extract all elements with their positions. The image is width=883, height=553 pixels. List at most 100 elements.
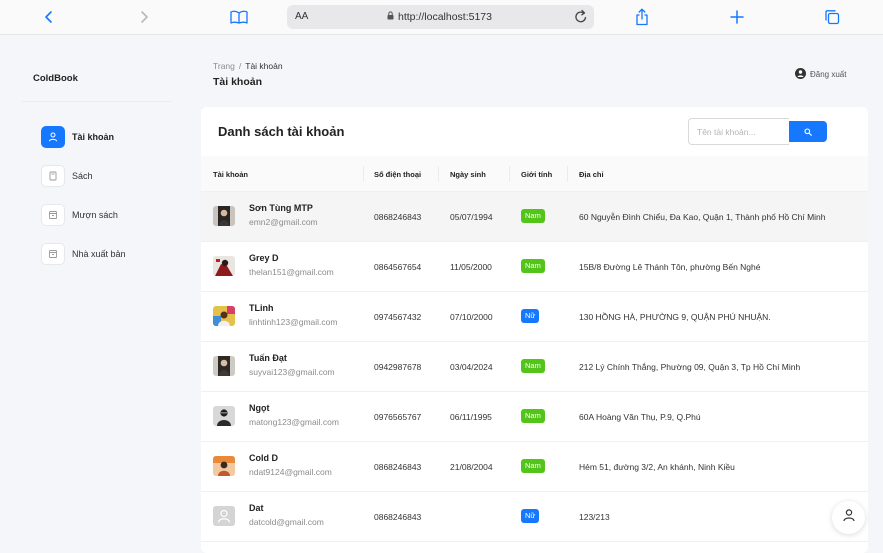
back-icon[interactable] bbox=[38, 6, 60, 28]
sidebar-item-accounts[interactable]: Tài khoản bbox=[41, 124, 171, 150]
phone-cell: 0974567432 bbox=[374, 312, 422, 322]
account-email: ndat9124@gmail.com bbox=[249, 467, 332, 477]
share-icon[interactable] bbox=[631, 6, 653, 28]
address-cell: 130 HỒNG HÀ, PHƯỜNG 9, QUẬN PHÚ NHUẬN. bbox=[579, 312, 771, 322]
account-name: Sơn Tùng MTP bbox=[249, 203, 313, 213]
phone-cell: 0864567654 bbox=[374, 262, 422, 272]
address-cell: 60 Nguyễn Đình Chiểu, Đa Kao, Quận 1, Th… bbox=[579, 212, 826, 222]
address-bar[interactable]: AA http://localhost:5173 bbox=[287, 5, 594, 29]
search-icon bbox=[804, 124, 812, 139]
new-tab-icon[interactable] bbox=[726, 6, 748, 28]
gender-tag: Nữ bbox=[521, 509, 540, 523]
account-email: thelan151@gmail.com bbox=[249, 267, 334, 277]
phone-cell: 0868246843 bbox=[374, 512, 422, 522]
avatar bbox=[213, 306, 235, 326]
tabs-icon[interactable] bbox=[821, 6, 843, 28]
table-row[interactable]: Cold D ndat9124@gmail.com 0868246843 21/… bbox=[201, 442, 868, 492]
address-cell: 123/213 bbox=[579, 512, 610, 522]
column-separator bbox=[438, 166, 439, 182]
page-title: Tài khoản bbox=[213, 76, 263, 88]
sidebar-item-publishers[interactable]: Nhà xuất bản bbox=[41, 241, 171, 267]
column-header-gender[interactable]: Giới tính bbox=[521, 170, 552, 179]
breadcrumb-separator: / bbox=[238, 61, 242, 71]
account-email: emn2@gmail.com bbox=[249, 217, 318, 227]
logout-label: Đăng xuất bbox=[810, 70, 847, 79]
column-header-dob[interactable]: Ngày sinh bbox=[450, 170, 486, 179]
card-title: Danh sách tài khoản bbox=[218, 124, 345, 139]
phone-cell: 0868246843 bbox=[374, 462, 422, 472]
breadcrumb-home[interactable]: Trang bbox=[213, 61, 235, 71]
column-header-phone[interactable]: Số điện thoại bbox=[374, 170, 421, 179]
table-header: Tài khoản Số điện thoại Ngày sinh Giới t… bbox=[201, 156, 868, 192]
gender-tag: Nam bbox=[521, 409, 545, 423]
sidebar-item-label: Mượn sách bbox=[72, 210, 118, 220]
table-row[interactable]: Dat datcold@gmail.com 0868246843 Nữ 123/… bbox=[201, 492, 868, 542]
dob-cell: 03/04/2024 bbox=[450, 362, 493, 372]
text-size-button[interactable]: AA bbox=[295, 11, 308, 22]
column-header-account[interactable]: Tài khoản bbox=[213, 170, 248, 179]
dob-cell: 21/08/2004 bbox=[450, 462, 493, 472]
gender-tag: Nữ bbox=[521, 309, 540, 323]
dob-cell: 06/11/1995 bbox=[450, 412, 492, 422]
column-separator bbox=[363, 166, 364, 182]
floating-user-button[interactable] bbox=[832, 501, 865, 534]
lock-icon bbox=[387, 11, 394, 23]
account-name: Tuấn Đạt bbox=[249, 353, 287, 363]
search-button[interactable] bbox=[789, 121, 827, 142]
reload-icon[interactable] bbox=[574, 9, 588, 29]
phone-cell: 0976565767 bbox=[374, 412, 422, 422]
sidebar-item-label: Sách bbox=[72, 171, 93, 181]
search-input[interactable] bbox=[688, 118, 789, 145]
account-name: Grey D bbox=[249, 253, 279, 263]
dob-cell: 07/10/2000 bbox=[450, 312, 493, 322]
phone-cell: 0868246843 bbox=[374, 212, 422, 222]
address-cell: 212 Lý Chính Thắng, Phường 09, Quận 3, T… bbox=[579, 362, 801, 372]
brand-logo[interactable]: ColdBook bbox=[33, 73, 78, 84]
account-name: Cold D bbox=[249, 453, 278, 463]
gender-tag: Nam bbox=[521, 259, 545, 273]
publisher-icon bbox=[41, 243, 65, 265]
default-avatar-icon bbox=[213, 506, 235, 526]
sidebar: ColdBook Tài khoản Sách Mượn sách Nhà xu… bbox=[22, 35, 172, 553]
address-cell: Hẻm 51, đường 3/2, An khánh, Ninh Kiều bbox=[579, 462, 735, 472]
account-name: TLinh bbox=[249, 303, 274, 313]
dob-cell: 05/07/1994 bbox=[450, 212, 493, 222]
user-circle-icon bbox=[795, 68, 806, 81]
column-header-address[interactable]: Địa chỉ bbox=[579, 170, 604, 179]
breadcrumb-current: Tài khoản bbox=[245, 61, 283, 71]
table-row[interactable]: TLinh linhtinh123@gmail.com 0974567432 0… bbox=[201, 292, 868, 342]
url-text: http://localhost:5173 bbox=[398, 11, 492, 23]
avatar bbox=[213, 256, 235, 276]
search-bar bbox=[688, 118, 827, 145]
logout-button[interactable]: Đăng xuất bbox=[795, 68, 846, 81]
accounts-card: Danh sách tài khoản Tài khoản Số điện th… bbox=[201, 107, 868, 553]
avatar bbox=[213, 456, 235, 476]
bookmarks-icon[interactable] bbox=[228, 6, 250, 28]
avatar bbox=[213, 356, 235, 376]
sidebar-item-label: Nhà xuất bản bbox=[72, 249, 126, 259]
account-name: Dat bbox=[249, 503, 264, 513]
column-separator bbox=[509, 166, 510, 182]
address-cell: 15B/8 Đường Lê Thánh Tôn, phường Bến Ngh… bbox=[579, 262, 761, 272]
table-row[interactable]: Grey D thelan151@gmail.com 0864567654 11… bbox=[201, 242, 868, 292]
sidebar-divider bbox=[22, 101, 172, 102]
phone-cell: 0942987678 bbox=[374, 362, 422, 372]
sidebar-item-label: Tài khoản bbox=[72, 132, 115, 142]
borrow-icon bbox=[41, 204, 65, 226]
table-row[interactable]: Ngọt matong123@gmail.com 0976565767 06/1… bbox=[201, 392, 868, 442]
sidebar-item-books[interactable]: Sách bbox=[41, 163, 171, 189]
gender-tag: Nam bbox=[521, 209, 545, 223]
table-row[interactable]: Tuấn Đạt suyvai123@gmail.com 0942987678 … bbox=[201, 342, 868, 392]
gender-tag: Nam bbox=[521, 459, 545, 473]
user-icon bbox=[41, 126, 65, 148]
column-separator bbox=[567, 166, 568, 182]
forward-icon[interactable] bbox=[133, 6, 155, 28]
account-email: datcold@gmail.com bbox=[249, 517, 324, 527]
sidebar-item-borrow[interactable]: Mượn sách bbox=[41, 202, 171, 228]
book-icon bbox=[41, 165, 65, 187]
account-email: linhtinh123@gmail.com bbox=[249, 317, 338, 327]
account-name: Ngọt bbox=[249, 403, 270, 413]
gender-tag: Nam bbox=[521, 359, 545, 373]
table-row[interactable]: Sơn Tùng MTP emn2@gmail.com 0868246843 0… bbox=[201, 192, 868, 242]
account-email: matong123@gmail.com bbox=[249, 417, 339, 427]
